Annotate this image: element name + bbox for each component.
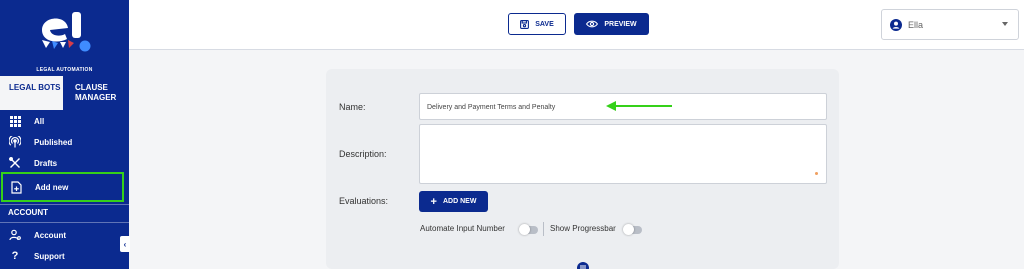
drag-handle-icon[interactable]: [577, 262, 589, 269]
resize-handle-icon: [815, 172, 818, 175]
name-label: Name:: [339, 102, 366, 112]
app-root: LEGAL AUTOMATION LEGAL BOTS CLAUSE MANAG…: [0, 0, 1024, 269]
show-progressbar-toggle[interactable]: [623, 224, 642, 235]
account-section-title: ACCOUNT: [8, 208, 48, 217]
user-name: Ella: [908, 19, 924, 30]
automate-input-label: Automate Input Number: [420, 224, 505, 233]
plus-icon: +: [430, 195, 437, 208]
sidebar-item-label: Support: [34, 251, 65, 261]
sidebar-item-add-new[interactable]: Add new: [1, 172, 124, 202]
top-bar: SAVE PREVIEW Ella: [129, 0, 1024, 50]
sidebar-item-support[interactable]: ? Support: [0, 246, 129, 266]
divider: [0, 204, 129, 205]
automate-input-toggle[interactable]: [519, 224, 538, 235]
brand-caption: LEGAL AUTOMATION: [36, 67, 93, 73]
preview-label: PREVIEW: [604, 20, 637, 28]
annotation-arrow-icon: [606, 101, 672, 111]
sidebar-item-label: Drafts: [34, 158, 58, 168]
sidebar-item-label: Published: [34, 137, 73, 147]
chevron-down-icon: [1002, 22, 1008, 26]
sidebar-item-label: All: [34, 116, 45, 126]
tools-icon: [8, 156, 22, 170]
user-icon: [890, 18, 902, 31]
eye-icon: [586, 20, 599, 28]
sidebar-item-label: Add new: [35, 182, 69, 192]
tab-legal-bots[interactable]: LEGAL BOTS: [0, 76, 63, 110]
divider: [543, 222, 544, 236]
sidebar-item-label: Account: [34, 230, 66, 240]
grid-icon: [8, 114, 22, 128]
preview-button[interactable]: PREVIEW: [574, 13, 649, 35]
sidebar-item-drafts[interactable]: Drafts: [0, 153, 129, 173]
save-button[interactable]: SAVE: [508, 13, 566, 35]
show-progressbar-label: Show Progressbar: [550, 224, 616, 233]
file-plus-icon: [9, 180, 23, 194]
sidebar-item-account[interactable]: Account: [0, 225, 129, 245]
sidebar-collapse-button[interactable]: ‹: [120, 236, 130, 252]
sidebar-item-all[interactable]: All: [0, 111, 129, 131]
elegal-logo-icon: [42, 12, 91, 52]
tab-clause-manager[interactable]: CLAUSE MANAGER: [63, 76, 129, 110]
divider: [0, 222, 129, 223]
description-label: Description:: [339, 149, 387, 159]
user-select[interactable]: Ella: [881, 9, 1019, 40]
question-icon: ?: [11, 250, 19, 262]
add-evaluation-button[interactable]: + ADD NEW: [419, 191, 488, 212]
sidebar-item-published[interactable]: Published: [0, 132, 129, 152]
save-label: SAVE: [535, 20, 554, 28]
name-field-value: Delivery and Payment Terms and Penalty: [427, 104, 556, 111]
save-icon: [520, 19, 530, 29]
sidebar: LEGAL AUTOMATION LEGAL BOTS CLAUSE MANAG…: [0, 0, 130, 269]
evaluations-label: Evaluations:: [339, 196, 389, 206]
broadcast-icon: [8, 135, 22, 149]
user-settings-icon: [8, 228, 22, 242]
description-field[interactable]: [419, 124, 827, 184]
add-evaluation-label: ADD NEW: [442, 198, 477, 205]
